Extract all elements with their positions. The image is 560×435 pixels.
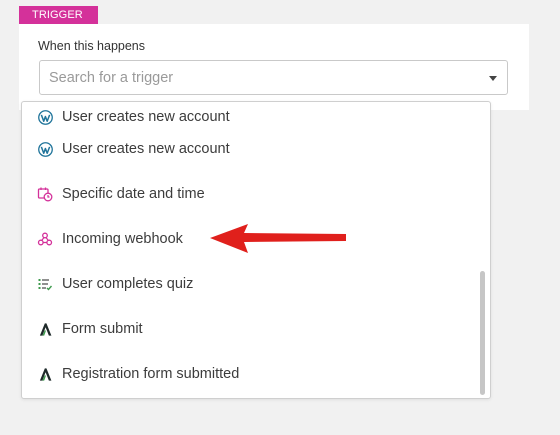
wordpress-icon: [37, 141, 53, 157]
trigger-search-select[interactable]: [39, 60, 508, 95]
calendar-clock-icon: [37, 186, 53, 202]
list-item-user-completes-quiz[interactable]: User completes quiz: [22, 269, 477, 299]
list-item-label: Specific date and time: [62, 186, 205, 202]
list-item-user-creates-account-1[interactable]: User creates new account: [22, 102, 477, 132]
list-item-form-submit[interactable]: Form submit: [22, 314, 477, 344]
list-item-label: User creates new account: [62, 141, 230, 157]
list-item-specific-date-time[interactable]: Specific date and time: [22, 179, 477, 209]
list-item-registration-form-submitted[interactable]: Registration form submitted: [22, 359, 477, 389]
list-item-label: Registration form submitted: [62, 366, 240, 382]
list-item-user-creates-account-2[interactable]: User creates new account: [22, 134, 477, 164]
trigger-card: When this happens: [19, 24, 529, 110]
trigger-search-input[interactable]: [49, 61, 469, 94]
list-item-label: User creates new account: [62, 109, 230, 125]
wordpress-icon: [37, 109, 53, 125]
when-this-happens-label: When this happens: [38, 39, 146, 53]
webhook-icon: [37, 231, 53, 247]
forms-logo-icon: [37, 321, 53, 337]
list-item-label: Form submit: [62, 321, 143, 337]
chevron-down-icon[interactable]: [489, 76, 497, 81]
annotation-arrow: [210, 224, 346, 253]
quiz-list-icon: [37, 276, 53, 292]
forms-logo-icon: [37, 366, 53, 382]
trigger-tag: TRIGGER: [19, 6, 98, 24]
dropdown-scrollbar[interactable]: [480, 271, 485, 395]
list-item-label: User completes quiz: [62, 276, 194, 292]
list-item-label: Incoming webhook: [62, 231, 183, 247]
